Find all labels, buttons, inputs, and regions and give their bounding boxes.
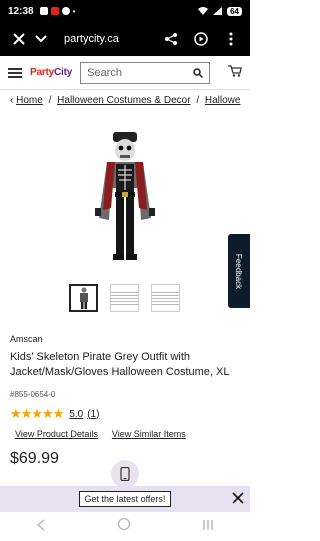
feedback-label: Feedback (234, 253, 244, 289)
phone-icon[interactable] (111, 460, 139, 488)
signal-icon (213, 7, 223, 15)
view-similar-items-link[interactable]: View Similar Items (112, 429, 186, 439)
more-vert-icon[interactable] (220, 28, 242, 50)
home-icon[interactable] (117, 517, 131, 536)
rating-count[interactable]: (1) (87, 409, 99, 420)
close-icon[interactable] (8, 28, 30, 50)
product-brand[interactable]: Amscan (10, 334, 43, 344)
product-links: View Product Details View Similar Items (15, 429, 186, 439)
view-product-details-link[interactable]: View Product Details (15, 429, 98, 439)
feedback-tab[interactable]: Feedback (228, 234, 250, 308)
back-icon[interactable] (36, 518, 46, 536)
dot-icon: • (72, 6, 76, 16)
battery-icon: 64 (227, 6, 242, 16)
thumbnail-strip (69, 284, 180, 312)
search-input[interactable]: Search (80, 61, 211, 84)
product-price: $69.99 (10, 450, 59, 467)
search-placeholder: Search (87, 66, 122, 79)
notification-icons: • (39, 6, 76, 16)
site-header: PartyCity Search (0, 56, 250, 90)
breadcrumb-home[interactable]: Home (16, 95, 43, 106)
wifi-icon (198, 7, 209, 15)
cart-icon[interactable] (228, 64, 242, 82)
status-time: 12:38 (8, 5, 34, 17)
android-nav-bar (0, 512, 250, 541)
product-title: Kids' Skeleton Pirate Grey Outfit with J… (10, 351, 230, 378)
party-city-logo[interactable]: PartyCity (30, 67, 72, 78)
star-rating-icon: ★★★★★ (10, 406, 64, 421)
url-text[interactable]: partycity.ca (64, 33, 119, 45)
play-icon[interactable] (190, 28, 212, 50)
breadcrumb-halloween[interactable]: Hallowe (205, 95, 241, 106)
chevron-down-icon[interactable] (30, 28, 52, 50)
offers-banner: Get the latest offers! (0, 486, 250, 512)
share-icon[interactable] (160, 28, 182, 50)
chevron-left-icon[interactable]: ‹ (10, 95, 13, 106)
status-bar: 12:38 • 64 (0, 0, 250, 22)
hamburger-menu-icon[interactable] (8, 66, 22, 80)
thumbnail-size-chart[interactable] (110, 284, 139, 312)
product-sku: #855-0654-0 (10, 390, 56, 399)
browser-toolbar: partycity.ca (0, 22, 250, 56)
search-icon[interactable] (193, 67, 204, 78)
recents-icon[interactable] (202, 518, 214, 536)
rating-value[interactable]: 5.0 (69, 409, 83, 420)
notification-icon (39, 7, 48, 15)
app-notification-icon (50, 7, 59, 15)
breadcrumb: ‹ Home / Halloween Costumes & Decor / Ha… (10, 95, 241, 106)
get-offers-button[interactable]: Get the latest offers! (78, 491, 172, 507)
breadcrumb-halloween-costumes[interactable]: Halloween Costumes & Decor (57, 95, 190, 106)
product-rating[interactable]: ★★★★★ 5.0 (1) (10, 406, 99, 422)
thumbnail-size-chart-2[interactable] (151, 284, 180, 312)
product-image[interactable] (85, 128, 165, 268)
instagram-icon (61, 7, 70, 15)
close-icon[interactable] (232, 491, 244, 509)
thumbnail-main[interactable] (69, 284, 98, 312)
